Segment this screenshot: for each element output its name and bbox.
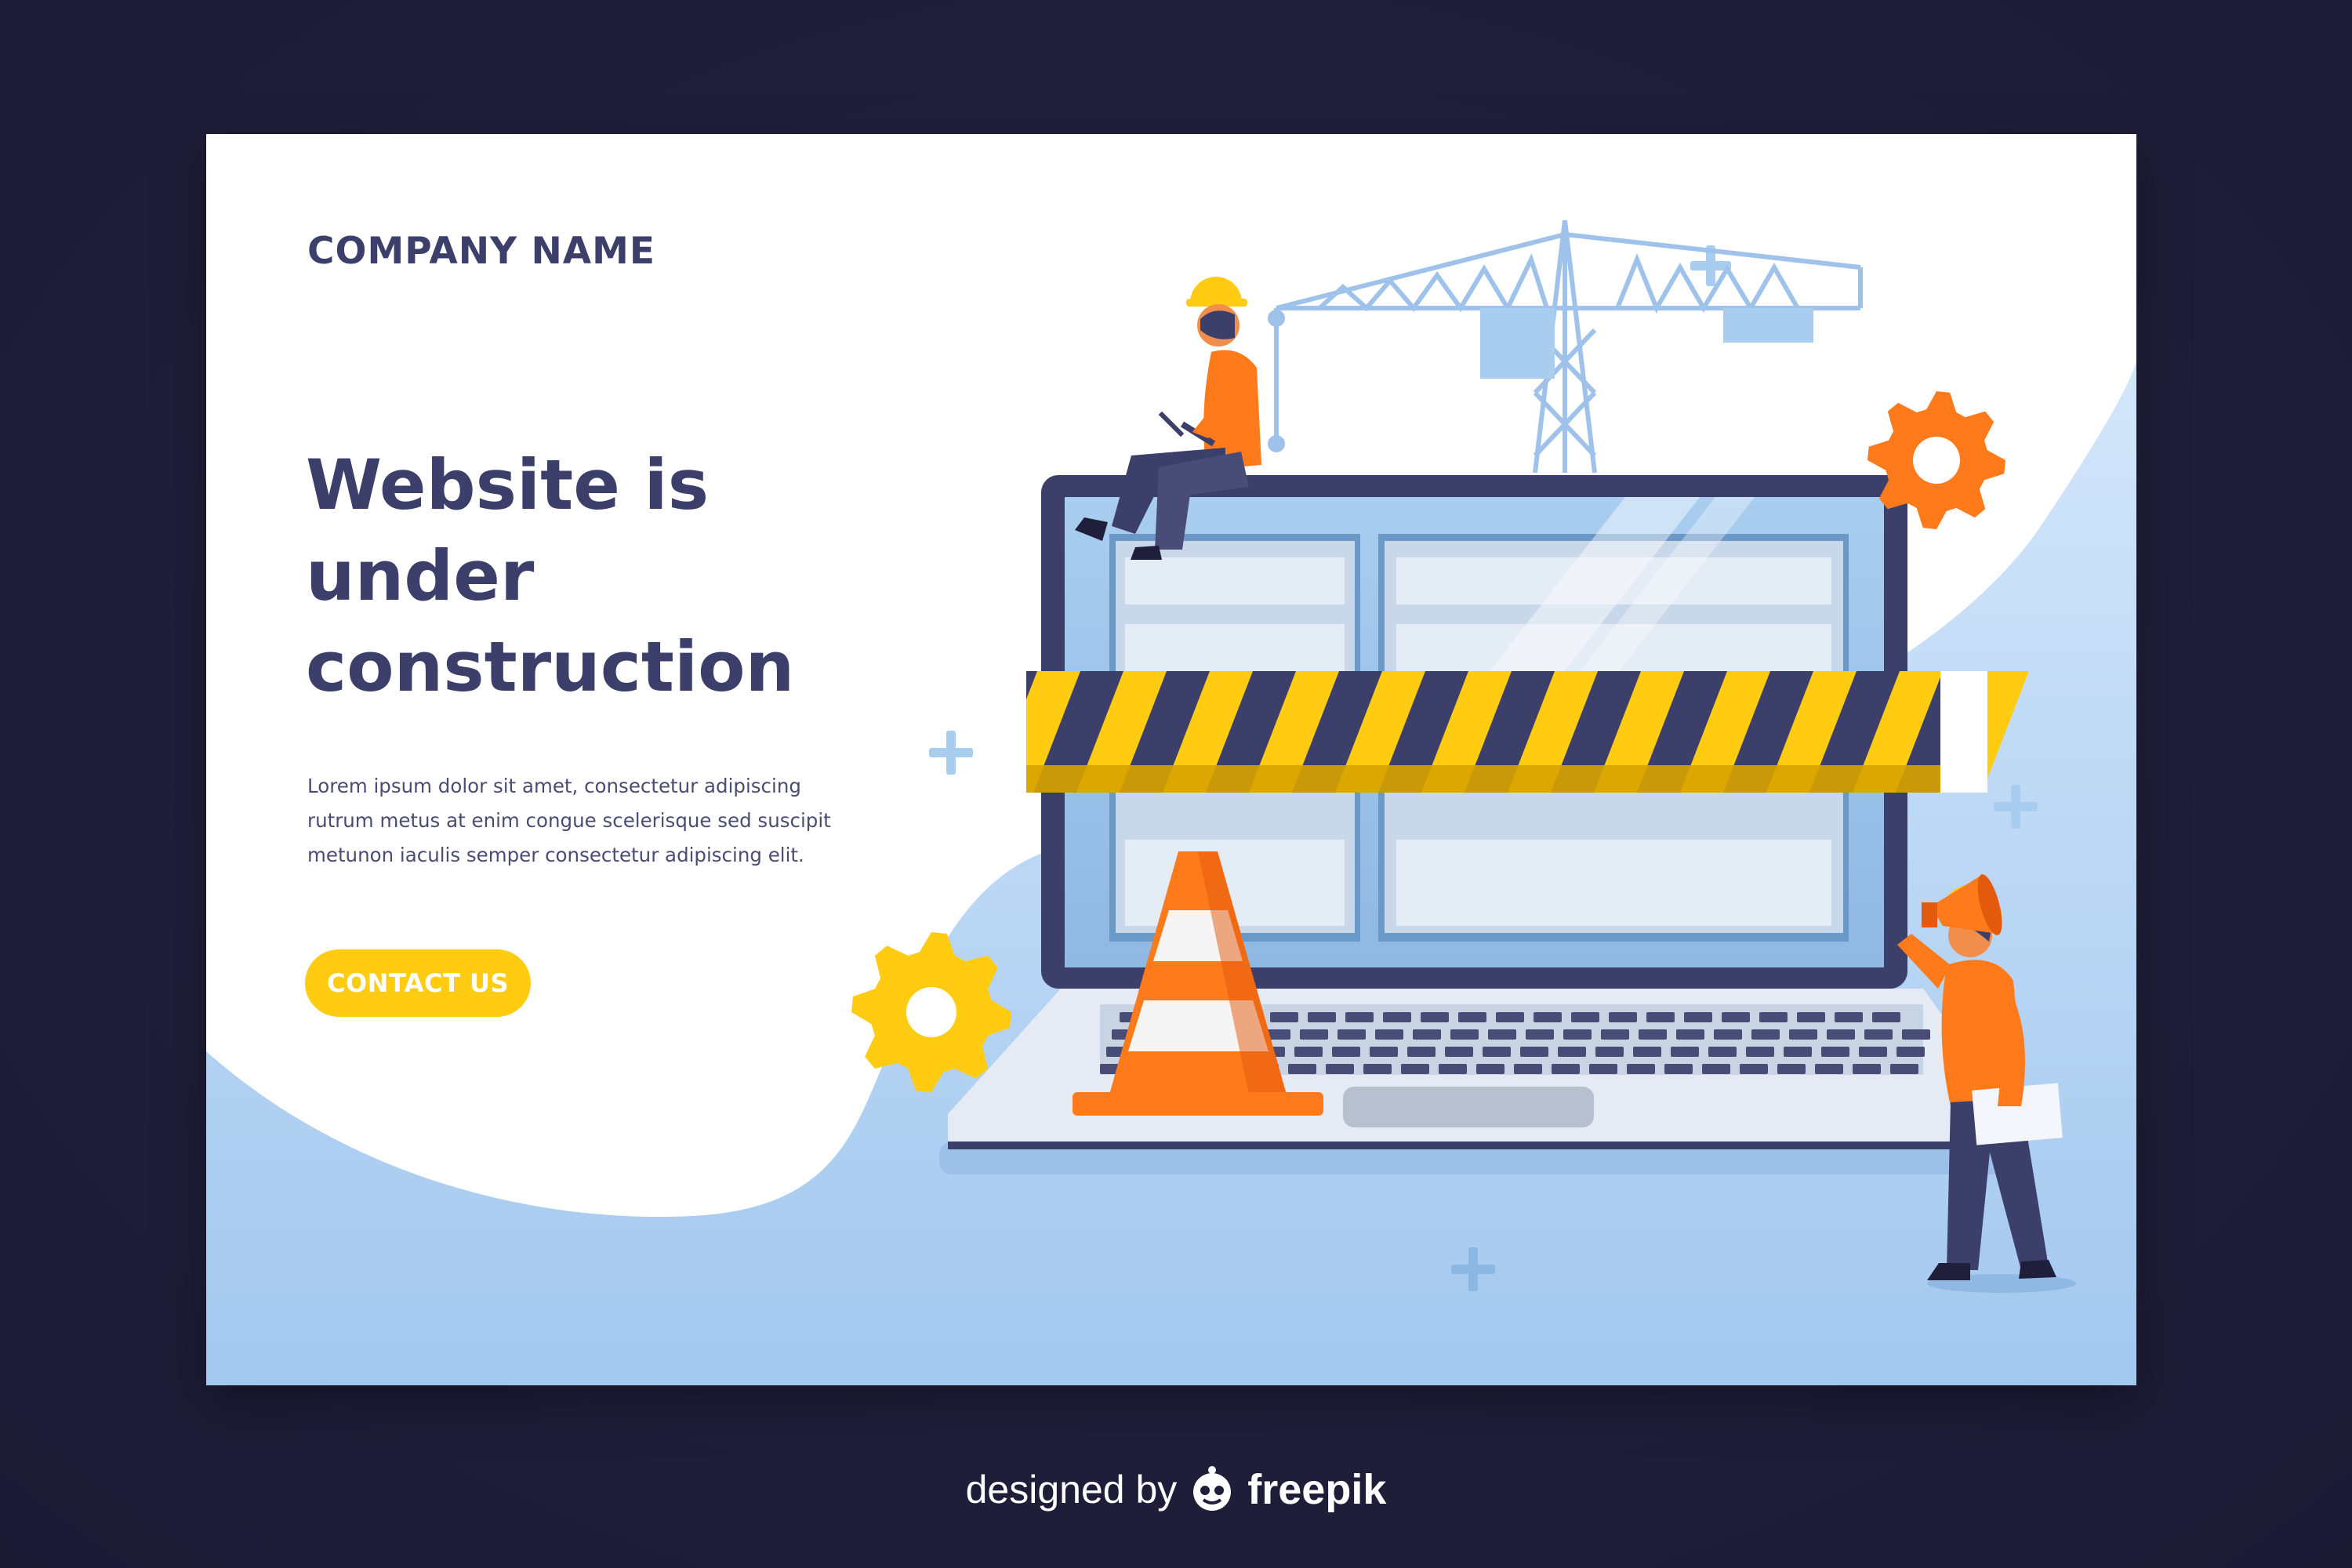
description-line: Lorem ipsum dolor sit amet, consectetur … bbox=[307, 775, 801, 797]
page-title: Website is under construction bbox=[306, 440, 902, 713]
crane-counterweight bbox=[1480, 308, 1555, 379]
freepik-logo-icon bbox=[1193, 1466, 1232, 1511]
headline-line: construction bbox=[306, 626, 795, 707]
brand-name: freepik bbox=[1247, 1466, 1387, 1513]
construction-illustration bbox=[206, 220, 2136, 1385]
headline-line: Website is bbox=[306, 445, 710, 525]
landing-card: COMPANY NAME Website is under constructi… bbox=[206, 134, 2136, 1385]
description-line: metunon iaculis semper consectetur adipi… bbox=[307, 844, 804, 866]
plus-icon bbox=[929, 731, 973, 775]
yellow-gear-icon bbox=[851, 932, 1011, 1092]
description-line: rutrum metus at enim congue scelerisque … bbox=[307, 809, 831, 832]
contact-us-button[interactable]: CONTACT US bbox=[305, 949, 531, 1017]
footer-credit: designed by freepik bbox=[0, 1462, 2352, 1517]
description: Lorem ipsum dolor sit amet, consectetur … bbox=[307, 769, 872, 873]
orange-gear-icon bbox=[1867, 391, 2005, 529]
credit-text: designed by bbox=[965, 1468, 1178, 1512]
company-name: COMPANY NAME bbox=[307, 230, 656, 273]
headline-line: under bbox=[306, 535, 535, 616]
crane-icon bbox=[1274, 220, 1863, 474]
laptop-trackpad bbox=[1343, 1087, 1594, 1127]
crane-block bbox=[1723, 308, 1813, 343]
caution-tape bbox=[990, 671, 2029, 793]
